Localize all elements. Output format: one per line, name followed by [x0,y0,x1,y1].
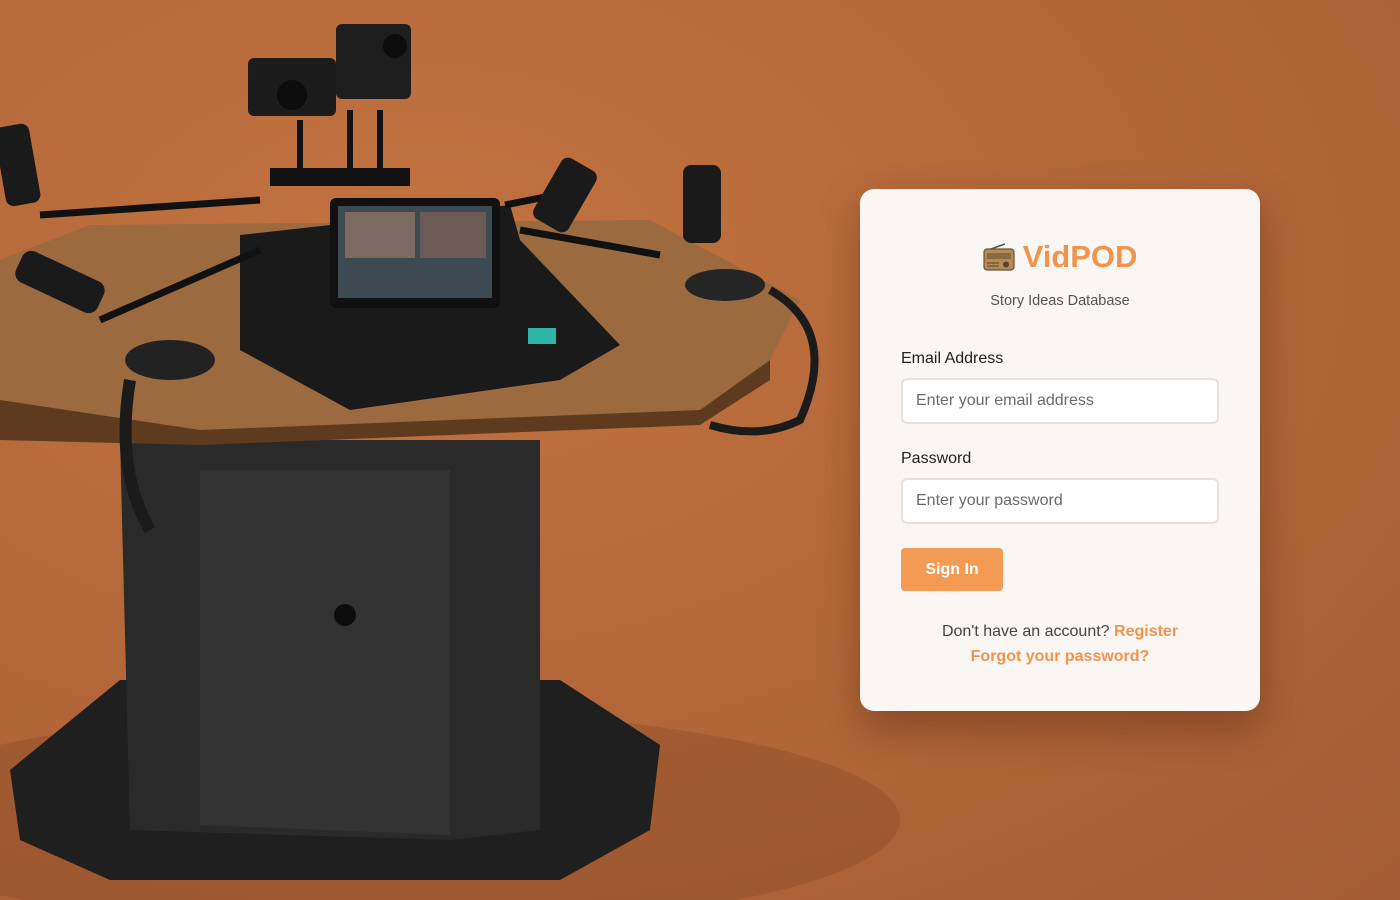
no-account-text: Don't have an account? [941,623,1110,640]
register-link[interactable]: Register [1114,623,1178,640]
radio-icon [982,243,1015,271]
email-label: Email Address [901,350,1004,367]
password-placeholder: Enter your password [916,492,1063,509]
sign-in-button[interactable]: Sign In [901,548,1003,591]
forgot-password-link[interactable]: Forgot your password? [971,648,1150,665]
password-label: Password [901,450,972,467]
brand-header: VidPOD [901,239,1219,275]
password-input[interactable]: Enter your password [901,478,1219,524]
brand-title: VidPOD [1022,239,1138,274]
brand-subtitle: Story Ideas Database [990,293,1130,309]
login-footer: Don't have an account? Register Forgot y… [901,619,1219,669]
login-card: VidPOD Story Ideas Database Email Addres… [860,189,1260,711]
email-input[interactable]: Enter your email address [901,378,1219,424]
email-placeholder: Enter your email address [916,392,1094,409]
